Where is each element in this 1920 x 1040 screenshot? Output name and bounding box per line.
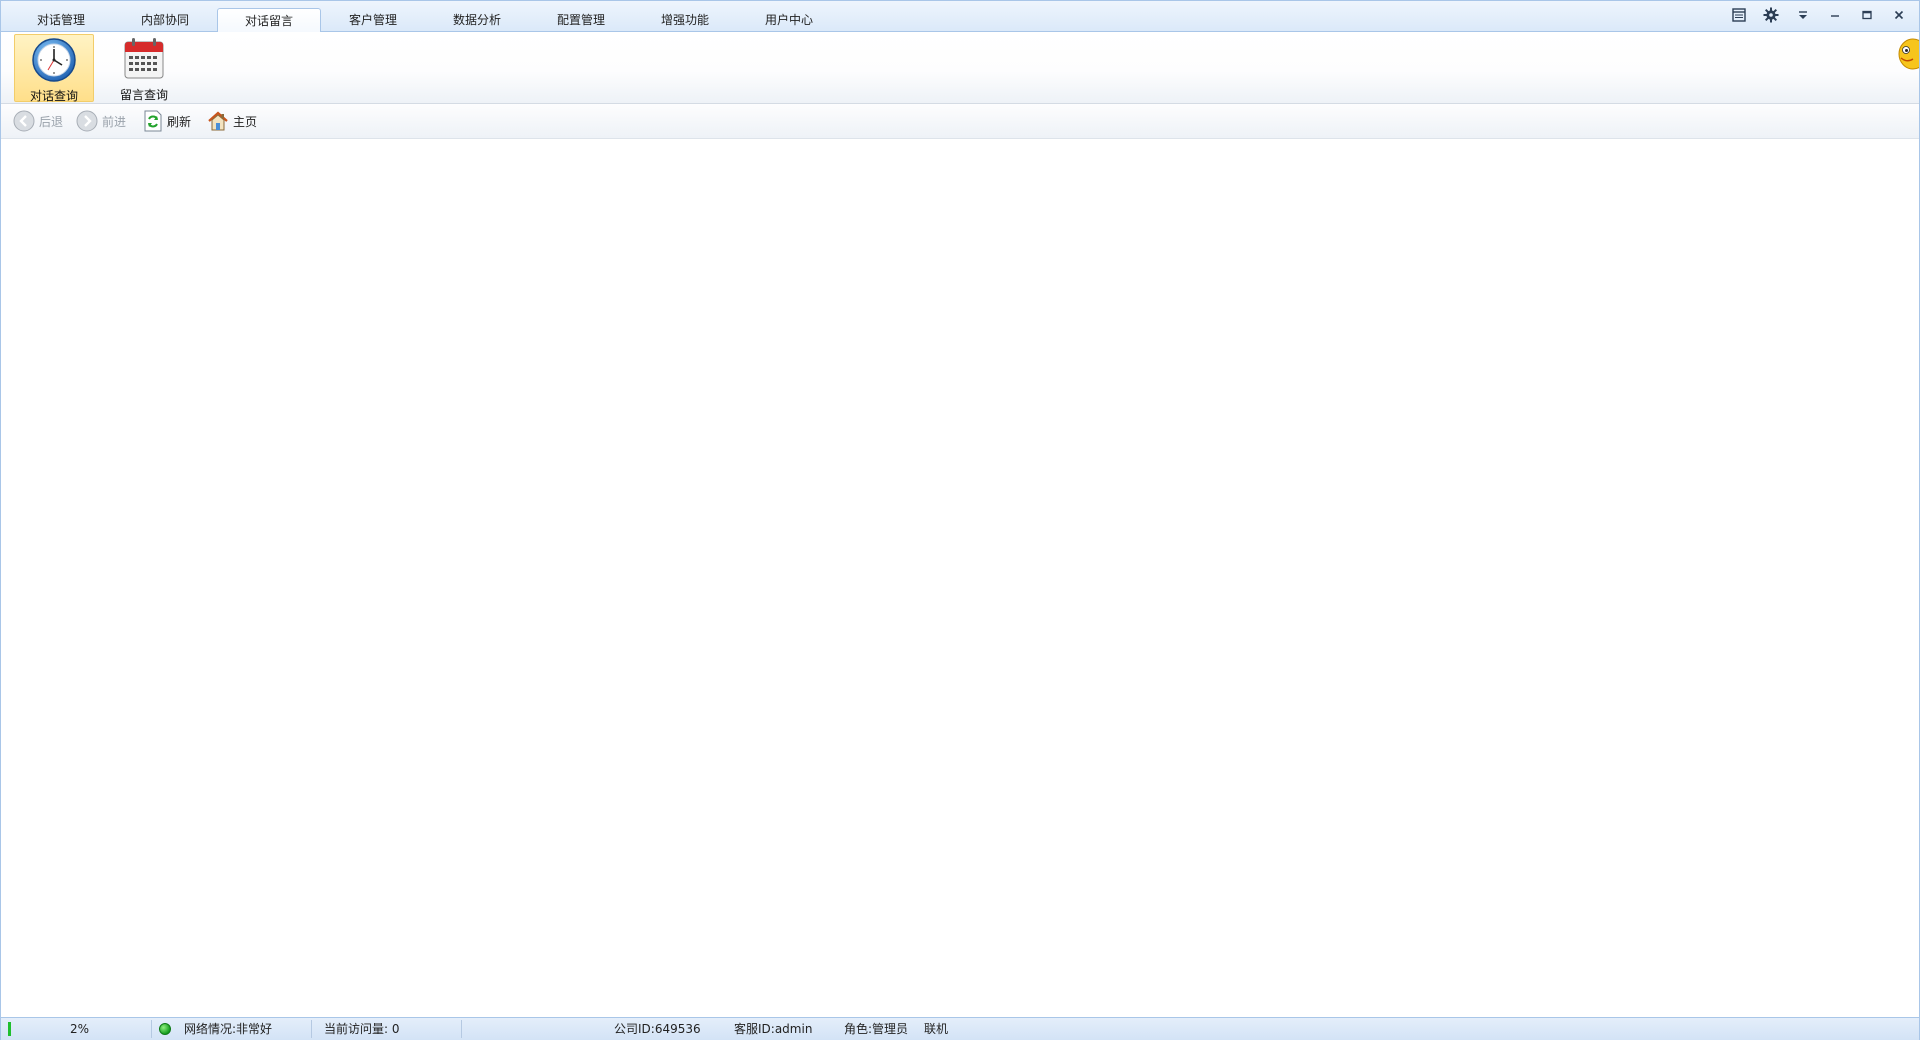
- tab-bar: 对话管理 内部协同 对话留言 客户管理 数据分析 配置管理 增强功能 用户中心: [1, 1, 1919, 32]
- dialog-query-label: 对话查询: [29, 89, 78, 103]
- refresh-icon: [144, 110, 162, 132]
- tab-enhanced-features[interactable]: 增强功能: [633, 8, 737, 31]
- forward-label: 前进: [102, 114, 127, 129]
- minimize-button[interactable]: [1823, 4, 1847, 26]
- navigation-toolbar: 后退 前进 刷新 主页: [1, 104, 1919, 139]
- tab-internal-collaboration[interactable]: 内部协同: [113, 8, 217, 31]
- status-divider: [311, 1020, 312, 1038]
- message-query-button[interactable]: 留言查询: [104, 34, 184, 102]
- app-window: 对话管理 内部协同 对话留言 客户管理 数据分析 配置管理 增强功能 用户中心: [0, 0, 1920, 1040]
- tab-data-analysis[interactable]: 数据分析: [425, 8, 529, 31]
- maximize-button[interactable]: [1855, 4, 1879, 26]
- network-status-icon: [159, 1023, 171, 1035]
- tab-config-management[interactable]: 配置管理: [529, 8, 633, 31]
- tab-customer-management[interactable]: 客户管理: [321, 8, 425, 31]
- status-bar: 2% 网络情况:非常好 当前访问量: 0 公司ID:649536 客服ID:ad…: [1, 1017, 1919, 1040]
- mascot-icon[interactable]: [1897, 36, 1919, 72]
- status-divider: [461, 1020, 462, 1038]
- agent-id: 客服ID:admin: [734, 1022, 813, 1036]
- connection-status: 联机: [924, 1022, 949, 1036]
- refresh-button[interactable]: 刷新: [143, 109, 191, 133]
- forward-button[interactable]: 前进: [76, 109, 126, 133]
- back-label: 后退: [39, 114, 64, 129]
- progress-percent: 2%: [70, 1022, 90, 1036]
- layout-button[interactable]: [1727, 4, 1751, 26]
- maximize-icon: [1862, 10, 1872, 20]
- tab-dialog-messages[interactable]: 对话留言: [217, 8, 321, 32]
- settings-button[interactable]: [1759, 4, 1783, 26]
- gear-icon: [1763, 7, 1779, 23]
- status-divider: [151, 1020, 152, 1038]
- home-label: 主页: [233, 114, 258, 129]
- dialog-query-button[interactable]: 对话查询: [14, 34, 94, 103]
- close-icon: [1894, 10, 1904, 20]
- refresh-label: 刷新: [167, 114, 192, 129]
- close-button[interactable]: [1887, 4, 1911, 26]
- user-role: 角色:管理员: [844, 1022, 909, 1036]
- network-status: 网络情况:非常好: [184, 1022, 273, 1036]
- layout-icon: [1732, 8, 1746, 22]
- back-arrow-icon: [13, 110, 35, 132]
- dropdown-button[interactable]: [1791, 4, 1815, 26]
- main-tabs: 对话管理 内部协同 对话留言 客户管理 数据分析 配置管理 增强功能 用户中心: [9, 8, 841, 32]
- home-button[interactable]: 主页: [207, 109, 257, 133]
- message-query-label: 留言查询: [119, 88, 168, 102]
- calendar-icon: [124, 38, 164, 79]
- tab-dialog-management[interactable]: 对话管理: [9, 8, 113, 31]
- back-button[interactable]: 后退: [13, 109, 63, 133]
- visit-count: 当前访问量: 0: [324, 1022, 400, 1036]
- clock-icon: [32, 38, 76, 82]
- ribbon-toolbar: 对话查询 留言查询: [1, 32, 1919, 104]
- tab-user-center[interactable]: 用户中心: [737, 8, 841, 31]
- content-area: [1, 139, 1919, 1016]
- minimize-icon: [1831, 15, 1839, 17]
- window-controls: [1727, 4, 1911, 26]
- forward-arrow-icon: [76, 110, 98, 132]
- progress-indicator: [8, 1022, 11, 1036]
- dropdown-icon: [1799, 11, 1807, 19]
- company-id: 公司ID:649536: [614, 1022, 701, 1036]
- home-icon: [208, 111, 228, 131]
